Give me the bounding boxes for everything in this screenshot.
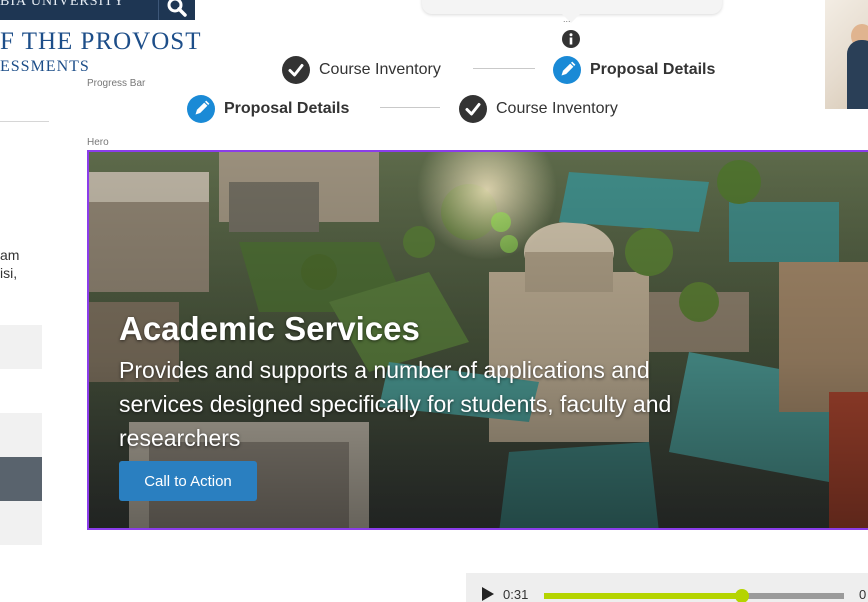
step-label: Course Inventory: [496, 100, 618, 117]
progress-track[interactable]: [544, 589, 844, 602]
component-label-hero: Hero: [87, 137, 109, 148]
left-text-line: isi,: [0, 265, 18, 281]
step-connector: [473, 68, 535, 69]
progress-step-course-inventory[interactable]: Course Inventory: [459, 94, 618, 124]
step-label: Proposal Details: [224, 100, 350, 117]
end-time: 0: [859, 587, 867, 602]
hero-banner: Academic Services Provides and supports …: [87, 150, 868, 530]
hero-title: Academic Services: [119, 310, 420, 347]
pencil-icon: [187, 95, 215, 123]
progress-handle[interactable]: [735, 589, 749, 602]
hero-description: Provides and supports a number of applic…: [119, 357, 672, 451]
call-to-action-button[interactable]: Call to Action: [119, 461, 257, 501]
pencil-icon: [553, 56, 581, 84]
progress-step-course-inventory[interactable]: Course Inventory: [282, 55, 441, 85]
left-nav-item[interactable]: [0, 325, 42, 369]
step-label: Course Inventory: [319, 61, 441, 78]
search-button[interactable]: [158, 0, 195, 20]
brand-bar: BIA UNIVERSITY: [0, 0, 195, 20]
play-icon[interactable]: [482, 587, 494, 601]
search-icon: [167, 0, 187, 17]
progress-step-proposal-details[interactable]: Proposal Details: [553, 55, 715, 85]
profile-photo: [825, 0, 868, 109]
tooltip-card: [422, 0, 722, 14]
left-nav-item-active[interactable]: [0, 457, 42, 501]
office-title[interactable]: F THE PROVOST: [0, 28, 201, 56]
current-time: 0:31: [503, 587, 529, 602]
left-text-line: am: [0, 247, 20, 263]
component-label-progress-bar: Progress Bar: [87, 78, 146, 89]
tooltip-ellipsis: ...: [563, 14, 571, 24]
progress-step-proposal-details[interactable]: Proposal Details: [187, 94, 349, 124]
office-subtitle: ESSMENTS: [0, 58, 90, 75]
step-connector: [380, 107, 440, 108]
info-icon[interactable]: [562, 30, 580, 48]
university-name[interactable]: BIA UNIVERSITY: [0, 0, 155, 10]
left-divider: [0, 121, 49, 122]
progress-fill: [544, 593, 742, 599]
left-nav-item[interactable]: [0, 501, 42, 545]
left-body-text: am isi,: [0, 246, 19, 282]
checkmark-icon: [282, 56, 310, 84]
step-label: Proposal Details: [590, 61, 716, 78]
left-nav-item[interactable]: [0, 413, 42, 457]
photo-figure: [847, 40, 868, 109]
checkmark-icon: [459, 95, 487, 123]
audio-player: 0:31 0: [466, 573, 868, 602]
